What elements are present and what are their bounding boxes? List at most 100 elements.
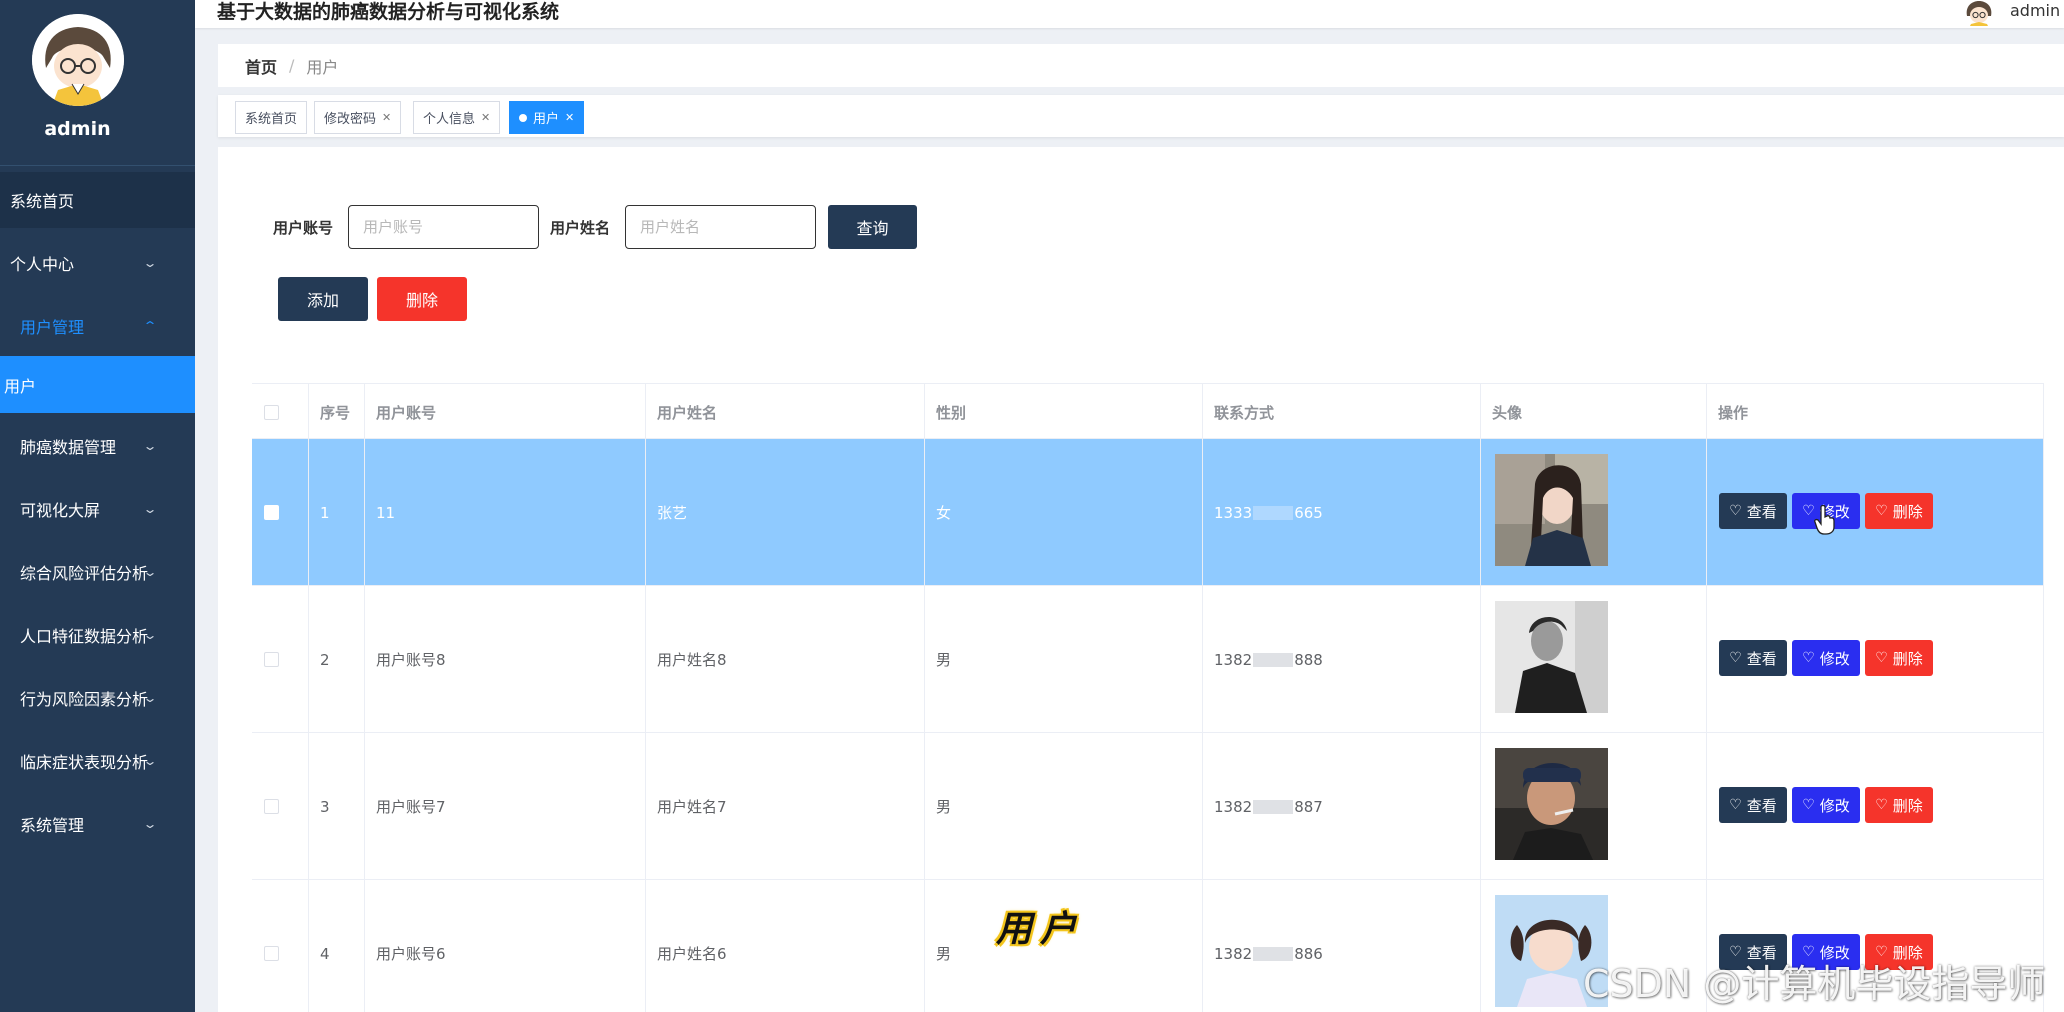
- sidebar-item-users[interactable]: 用户: [0, 356, 195, 413]
- row-phone: 1333 665: [1202, 439, 1480, 586]
- breadcrumb-separator: /: [289, 56, 295, 75]
- row-edit-button[interactable]: ♡ 修改: [1792, 787, 1860, 823]
- heart-icon: ♡: [1729, 650, 1742, 666]
- column-divider: [1706, 383, 1707, 1012]
- header-username[interactable]: admin: [2010, 1, 2060, 20]
- heart-icon: ♡: [1729, 797, 1742, 813]
- watermark: CSDN @计算机毕设指导师: [1583, 962, 2046, 1006]
- sidebar-item-label: 人口特征数据分析: [20, 627, 149, 646]
- row-delete-button[interactable]: ♡ 删除: [1865, 640, 1933, 676]
- tag-home[interactable]: 系统首页: [235, 101, 308, 134]
- row-select-cell: [252, 733, 308, 880]
- close-icon[interactable]: ✕: [565, 111, 574, 124]
- row-select-cell: [252, 439, 308, 586]
- table-row[interactable]: 2 用户账号8 用户姓名8 男 1382 888 ♡ 查看 ♡ 修改 ♡ 删除: [252, 586, 2044, 733]
- row-view-button[interactable]: ♡ 查看: [1719, 640, 1787, 676]
- table-row[interactable]: 1 11 张艺 女 1333 665 ♡ 查看 ♡ 修改 ♡ 删除: [252, 439, 2044, 586]
- row-phone: 1382 887: [1202, 733, 1480, 880]
- row-name: 张艺: [657, 504, 688, 522]
- breadcrumb-home[interactable]: 首页: [245, 54, 277, 78]
- sidebar-username: admin: [44, 118, 111, 140]
- row-index: 2: [320, 650, 330, 669]
- close-icon[interactable]: ✕: [382, 111, 391, 124]
- tags-view: 系统首页 修改密码 ✕ 个人信息 ✕ 用户 ✕: [218, 95, 2064, 137]
- row-select-cell: [252, 586, 308, 733]
- chevron-down-icon: ⌄: [142, 817, 158, 831]
- sidebar-item-behavior-risk[interactable]: 行为风险因素分析 ⌄: [0, 670, 195, 726]
- row-checkbox[interactable]: [264, 946, 279, 961]
- column-divider: [645, 383, 646, 1012]
- select-all-checkbox[interactable]: [264, 404, 279, 420]
- sidebar-item-dashboard[interactable]: 可视化大屏 ⌄: [0, 481, 195, 537]
- close-icon[interactable]: ✕: [481, 111, 490, 124]
- tag-change-password[interactable]: 修改密码 ✕: [314, 101, 402, 134]
- phone-suffix: 665: [1294, 503, 1323, 522]
- sidebar-item-label: 临床症状表现分析: [20, 753, 149, 772]
- heart-icon: ♡: [1802, 797, 1815, 813]
- app-title: 基于大数据的肺癌数据分析与可视化系统: [217, 1, 560, 23]
- header-avatar[interactable]: [1962, 0, 1996, 26]
- phone-prefix: 1382: [1214, 650, 1253, 669]
- sidebar-item-clinical-symptoms[interactable]: 临床症状表现分析 ⌄: [0, 733, 195, 789]
- row-index: 4: [320, 944, 330, 963]
- select-all-cell: [252, 384, 308, 440]
- sidebar-item-lung-cancer-data[interactable]: 肺癌数据管理 ⌄: [0, 418, 195, 474]
- row-checkbox[interactable]: [264, 799, 279, 814]
- column-divider: [1202, 383, 1203, 1012]
- sidebar-item-label: 可视化大屏: [20, 501, 101, 520]
- row-gender: 男: [936, 798, 952, 816]
- phone-prefix: 1382: [1214, 944, 1253, 963]
- row-name: 用户姓名8: [657, 651, 727, 669]
- sidebar-item-system-management[interactable]: 系统管理 ⌄: [0, 796, 195, 852]
- row-view-button[interactable]: ♡ 查看: [1719, 493, 1787, 529]
- chevron-down-icon: ⌄: [142, 691, 158, 705]
- sidebar-item-home[interactable]: 系统首页: [0, 172, 195, 228]
- avatar-photo: [1495, 748, 1608, 860]
- sidebar-item-personal-center[interactable]: 个人中心 ⌄: [0, 235, 195, 291]
- batch-delete-button[interactable]: 删除: [377, 277, 467, 321]
- heart-icon: ♡: [1875, 503, 1888, 519]
- row-delete-button[interactable]: ♡ 删除: [1865, 493, 1933, 529]
- row-checkbox[interactable]: [264, 652, 279, 667]
- account-search-label: 用户账号: [273, 219, 334, 237]
- sidebar-item-user-management[interactable]: 用户管理 ⌃: [0, 298, 195, 354]
- masked-digits: [1253, 505, 1294, 520]
- user-avatar[interactable]: [32, 14, 124, 106]
- chevron-down-icon: ⌄: [142, 565, 158, 579]
- breadcrumb: 首页 / 用户: [218, 44, 2064, 87]
- name-search-input[interactable]: [625, 205, 816, 249]
- table-row[interactable]: 3 用户账号7 用户姓名7 男 1382 887 ♡ 查看 ♡ 修改 ♡ 删除: [252, 733, 2044, 880]
- sidebar-item-demographics[interactable]: 人口特征数据分析 ⌄: [0, 607, 195, 663]
- row-checkbox[interactable]: [264, 505, 279, 520]
- masked-digits: [1253, 946, 1294, 961]
- row-account: 用户账号7: [376, 798, 446, 816]
- row-delete-button[interactable]: ♡ 删除: [1865, 787, 1933, 823]
- account-search-input[interactable]: [348, 205, 539, 249]
- row-edit-button[interactable]: ♡ 修改: [1792, 640, 1860, 676]
- tag-users[interactable]: 用户 ✕: [509, 101, 585, 134]
- heart-icon: ♡: [1802, 503, 1815, 519]
- sidebar-item-label: 行为风险因素分析: [20, 690, 149, 709]
- row-name: 用户姓名6: [657, 945, 727, 963]
- avatar-photo: [1495, 601, 1608, 713]
- heart-icon: ♡: [1729, 503, 1742, 519]
- column-header: 用户姓名: [657, 403, 718, 422]
- row-account: 用户账号6: [376, 945, 446, 963]
- column-divider: [1480, 383, 1481, 1012]
- tag-personal-info[interactable]: 个人信息 ✕: [413, 101, 501, 134]
- masked-digits: [1253, 799, 1294, 814]
- row-select-cell: [252, 880, 308, 1012]
- row-name: 用户姓名7: [657, 798, 727, 816]
- heart-icon: ♡: [1875, 797, 1888, 813]
- sidebar-item-label: 个人中心: [10, 255, 75, 274]
- column-divider: [2043, 383, 2044, 1012]
- row-view-button[interactable]: ♡ 查看: [1719, 787, 1787, 823]
- heart-icon: ♡: [1875, 650, 1888, 666]
- query-button[interactable]: 查询: [828, 205, 917, 249]
- delete-label: 删除: [1892, 796, 1923, 815]
- hand-cursor-icon: [1814, 504, 1836, 535]
- add-button[interactable]: 添加: [278, 277, 368, 321]
- table-header: 序号 用户账号 用户姓名 性别 联系方式 头像 操作: [252, 383, 2044, 439]
- row-phone: 1382 886: [1202, 880, 1480, 1012]
- sidebar-item-risk-assessment[interactable]: 综合风险评估分析 ⌄: [0, 544, 195, 600]
